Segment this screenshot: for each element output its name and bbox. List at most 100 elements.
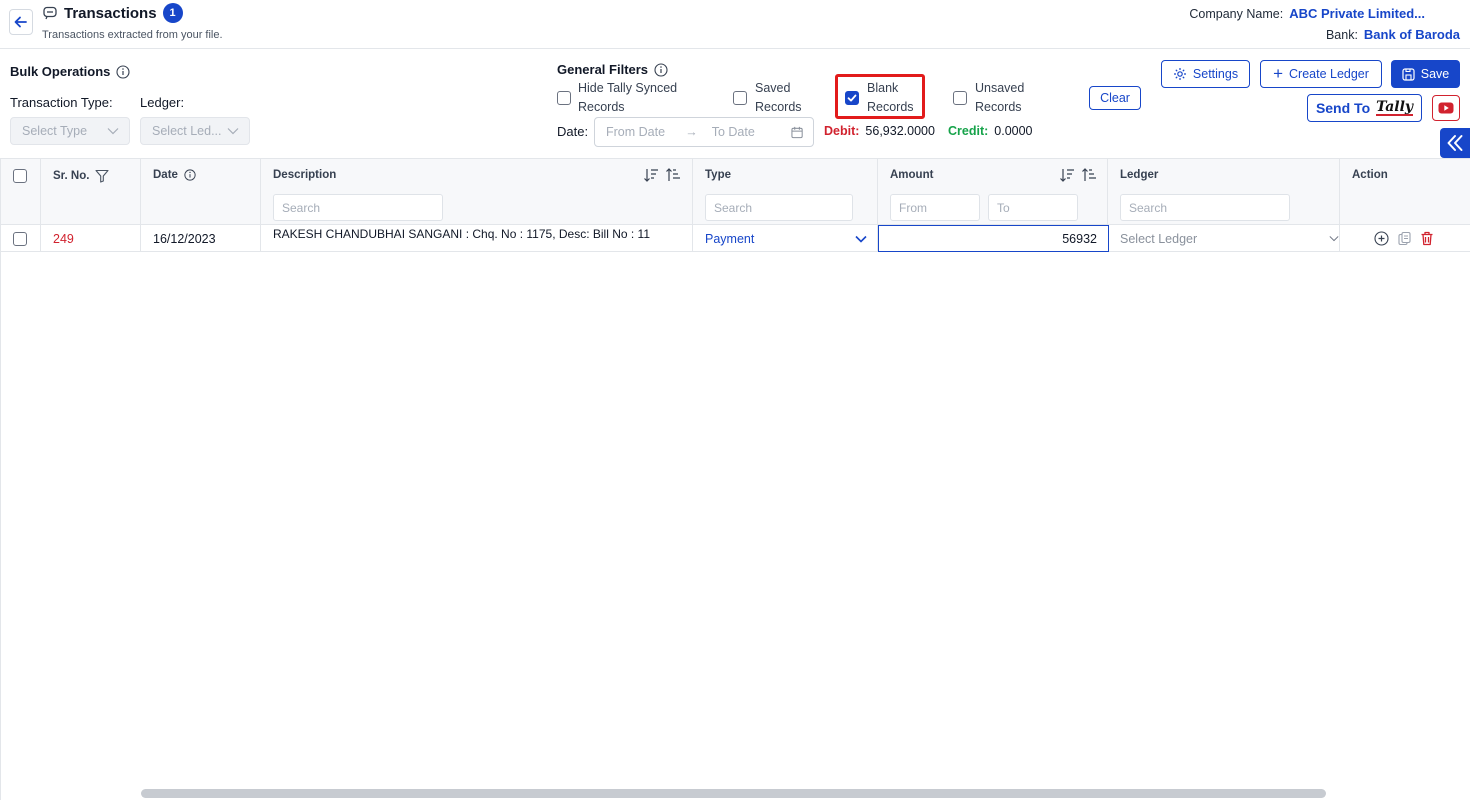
chevron-down-icon: [107, 128, 119, 135]
row-date: 16/12/2023: [141, 225, 261, 252]
settings-label: Settings: [1192, 67, 1239, 81]
unsaved-records-label: Unsaved Records: [975, 79, 1055, 117]
select-all-checkbox[interactable]: [13, 169, 27, 183]
amount-column: Amount From To: [878, 159, 1108, 225]
info-icon[interactable]: [184, 169, 196, 181]
bulk-ledger-placeholder: Select Led...: [152, 124, 222, 138]
bulk-operations-title: Bulk Operations: [10, 64, 130, 79]
amount-to-input[interactable]: To: [988, 194, 1078, 221]
create-ledger-button[interactable]: + Create Ledger: [1260, 60, 1382, 88]
copy-icon[interactable]: [1397, 231, 1412, 246]
double-chevron-left-icon: [1447, 135, 1463, 151]
save-button[interactable]: Save: [1391, 60, 1460, 88]
plus-icon: +: [1273, 64, 1283, 83]
sort-descending-icon[interactable]: [1059, 167, 1075, 183]
unsaved-records-line2: Records: [975, 100, 1022, 114]
debit-value: 56,932.0000: [865, 124, 935, 138]
youtube-tutorial-button[interactable]: [1432, 95, 1460, 121]
description-column: Description Search: [261, 159, 693, 225]
sort-descending-icon[interactable]: [643, 167, 659, 183]
arrow-left-icon: [14, 16, 27, 28]
sort-ascending-icon[interactable]: [1081, 167, 1097, 183]
row-type-select[interactable]: Payment: [693, 225, 878, 252]
amount-sort-controls: [1059, 167, 1097, 183]
date-label: Date:: [557, 124, 589, 139]
blank-records-line2: Records: [867, 100, 914, 114]
saved-records-checkbox[interactable]: [733, 91, 747, 105]
ledger-search-input[interactable]: Search: [1120, 194, 1290, 221]
unsaved-records-checkbox[interactable]: [953, 91, 967, 105]
row-ledger-placeholder: Select Ledger: [1120, 231, 1198, 246]
row-select-cell: [1, 225, 41, 252]
settings-button[interactable]: Settings: [1161, 60, 1250, 88]
type-search-input[interactable]: Search: [705, 194, 853, 221]
add-circle-icon[interactable]: [1374, 231, 1389, 246]
transaction-type-label: Transaction Type:: [10, 95, 113, 110]
type-header: Type: [705, 169, 731, 181]
table-row[interactable]: 249 16/12/2023 RAKESH CHANDUBHAI SANGANI…: [1, 225, 1470, 252]
youtube-icon: [1438, 102, 1454, 114]
company-label: Company Name:: [1189, 6, 1284, 21]
create-ledger-label: Create Ledger: [1289, 67, 1369, 81]
debit-label: Debit:: [824, 124, 860, 138]
action-header: Action: [1352, 169, 1388, 181]
sort-ascending-icon[interactable]: [665, 167, 681, 183]
date-header-label: Date: [153, 169, 178, 181]
row-amount-input[interactable]: 56932: [878, 225, 1109, 252]
page-header: Transactions 1 Transactions extracted fr…: [0, 0, 1470, 49]
trash-icon[interactable]: [1420, 231, 1434, 246]
bulk-type-select[interactable]: Select Type: [10, 117, 130, 145]
blank-records-line1: Blank: [867, 81, 899, 95]
hide-tally-synced-line2: Records: [578, 100, 625, 114]
filter-icon[interactable]: [95, 169, 109, 183]
row-actions: [1340, 225, 1470, 252]
gear-icon: [1173, 68, 1186, 80]
ledger-label: Ledger:: [140, 95, 185, 110]
blank-records-label: Blank Records: [867, 79, 923, 117]
hide-tally-synced-checkbox[interactable]: [557, 91, 571, 105]
back-button[interactable]: [9, 9, 33, 35]
checkmark-icon: [847, 94, 857, 102]
bulk-operations-label: Bulk Operations: [10, 64, 111, 79]
bank-name-link[interactable]: Bank of Baroda: [1364, 27, 1460, 42]
to-date-input[interactable]: To Date: [712, 125, 777, 139]
blank-records-checkbox[interactable]: [845, 91, 859, 105]
page-subtitle: Transactions extracted from your file.: [42, 29, 223, 41]
date-range-picker[interactable]: From Date → To Date: [594, 117, 814, 147]
date-column: Date: [141, 159, 261, 225]
row-type-value: Payment: [705, 231, 755, 246]
from-date-input[interactable]: From Date: [606, 125, 671, 139]
horizontal-scrollbar[interactable]: [141, 789, 1326, 798]
description-sort-controls: [643, 167, 681, 183]
row-checkbox[interactable]: [13, 231, 27, 246]
info-icon[interactable]: [116, 64, 130, 79]
clear-filters-button[interactable]: Clear: [1089, 86, 1141, 110]
sr-no-label: Sr. No.: [53, 170, 90, 182]
page-title: Transactions: [64, 4, 157, 22]
debit-summary: Debit: 56,932.0000: [824, 124, 935, 138]
chevron-down-icon: [855, 235, 867, 243]
amount-from-input[interactable]: From: [890, 194, 980, 221]
bank-info: Bank: Bank of Baroda: [1326, 27, 1460, 42]
tally-logo: Tally: [1376, 99, 1414, 116]
company-name-link[interactable]: ABC Private Limited...: [1289, 6, 1425, 21]
sr-no-column: Sr. No.: [41, 159, 141, 225]
info-icon[interactable]: [654, 62, 668, 77]
date-header: Date: [153, 169, 196, 181]
bank-label: Bank:: [1325, 27, 1358, 42]
hide-tally-synced-line1: Hide Tally Synced: [578, 81, 678, 95]
table-header: Sr. No. Date Description Search Type Sea…: [1, 159, 1470, 225]
save-icon: [1402, 67, 1415, 81]
bulk-ledger-select[interactable]: Select Led...: [140, 117, 250, 145]
row-ledger-select[interactable]: Select Ledger: [1108, 225, 1340, 252]
description-search-input[interactable]: Search: [273, 194, 443, 221]
transactions-icon: [43, 6, 57, 20]
sr-no-header: Sr. No.: [53, 169, 109, 183]
collapse-panel-button[interactable]: [1440, 128, 1470, 158]
bulk-type-placeholder: Select Type: [22, 124, 88, 138]
send-to-label: Send To: [1315, 100, 1371, 116]
general-filters-label: General Filters: [557, 62, 649, 77]
calendar-icon[interactable]: [791, 126, 803, 139]
send-to-tally-button[interactable]: Send To Tally: [1307, 94, 1422, 122]
transactions-table: Sr. No. Date Description Search Type Sea…: [0, 158, 1470, 800]
